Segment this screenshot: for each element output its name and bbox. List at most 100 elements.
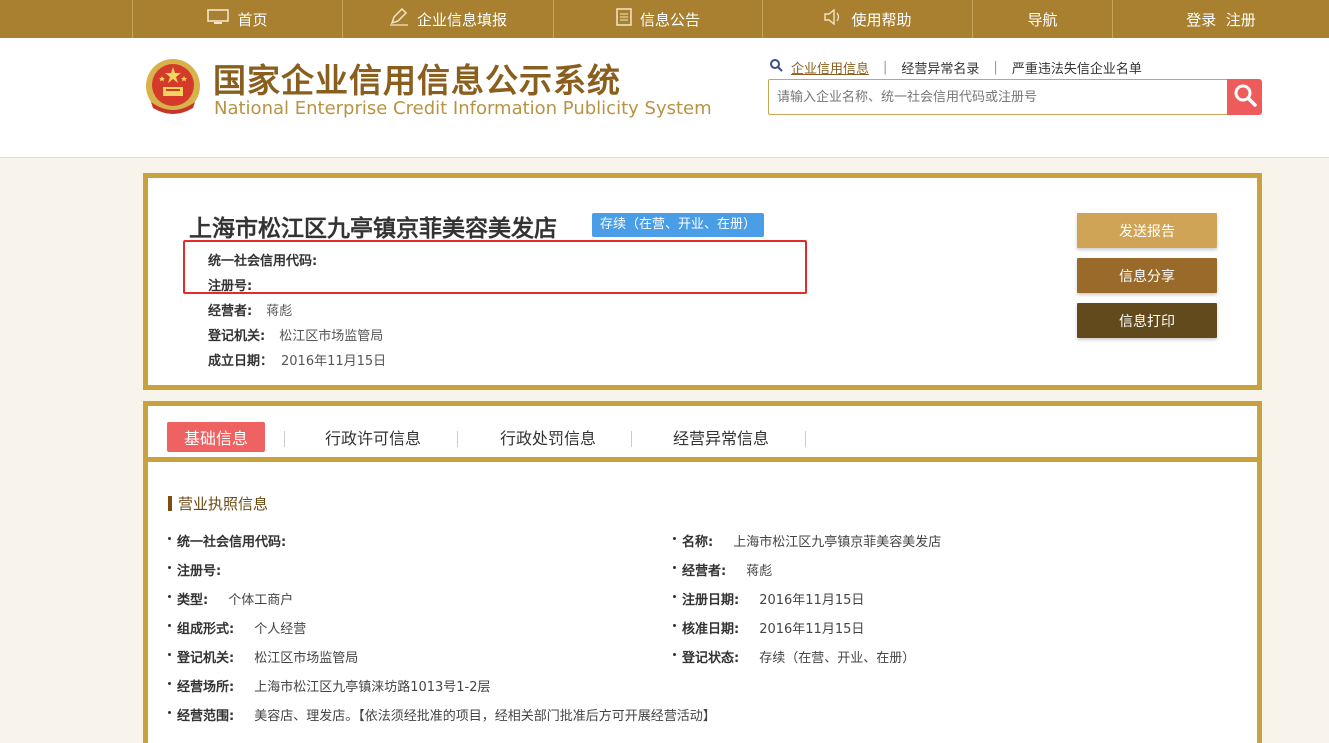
bullet [168, 682, 171, 685]
share-info-button[interactable]: 信息分享 [1077, 258, 1217, 293]
tab-separator: | [883, 60, 888, 75]
tab-separator [284, 431, 285, 447]
bullet [673, 653, 676, 656]
field-label: 名称: [682, 535, 714, 550]
nav-item-label: 导航 [1027, 10, 1058, 29]
bullet [673, 624, 676, 627]
field-business-premises: 经营场所: 上海市松江区九亭镇涞坊路1013号1-2层 [168, 676, 491, 695]
tab-abnormal-operation[interactable]: 经营异常信息 [656, 422, 786, 452]
speaker-icon [823, 8, 843, 29]
field-label: 注册日期: [682, 593, 740, 608]
monitor-icon [207, 9, 230, 29]
send-report-button[interactable]: 发送报告 [1077, 213, 1217, 248]
tab-admin-penalty[interactable]: 行政处罚信息 [483, 422, 613, 452]
tab-basic-info[interactable]: 基础信息 [167, 422, 265, 452]
field-label: 经营者: [682, 564, 727, 579]
bullet [168, 624, 171, 627]
document-icon [616, 8, 632, 30]
search-tabs: 企业信用信息 | 经营异常名录 | 严重违法失信企业名单 [770, 58, 1142, 77]
bullet [673, 537, 676, 540]
bullet [168, 653, 171, 656]
info-established-date: 成立日期： 2016年11月15日 [208, 350, 386, 369]
search-button[interactable] [1227, 79, 1262, 115]
field-composition: 组成形式: 个人经营 [168, 618, 306, 637]
field-value: 美容店、理发店。【依法须经批准的项目，经相关部门批准后方可开展经营活动】 [254, 709, 716, 724]
field-value: 存续（在营、开业、在册） [759, 651, 916, 666]
search-icon [770, 59, 783, 76]
field-approval-date: 核准日期: 2016年11月15日 [673, 618, 864, 637]
nav-item-label: 企业信息填报 [416, 10, 507, 29]
field-registration-date: 注册日期: 2016年11月15日 [673, 589, 864, 608]
bullet [673, 595, 676, 598]
info-value: 松江区市场监管局 [279, 329, 384, 344]
details-panel: 基础信息 行政许可信息 行政处罚信息 经营异常信息 营业执照信息 统一社会信用代… [143, 401, 1262, 743]
field-value: 个人经营 [254, 622, 307, 637]
pen-icon [389, 7, 409, 30]
search-icon [1233, 83, 1257, 111]
tab-separator [457, 431, 458, 447]
tabs-bar: 基础信息 行政许可信息 行政处罚信息 经营异常信息 [148, 406, 1257, 462]
field-label: 登记机关: [177, 651, 235, 666]
site-header: 国家企业信用信息公示系统 National Enterprise Credit … [0, 38, 1329, 158]
nav-item-report[interactable]: 企业信息填报 [343, 0, 554, 38]
field-credit-code: 统一社会信用代码: [168, 531, 306, 550]
nav-item-navigation[interactable]: 导航 [973, 0, 1113, 38]
bullet [168, 537, 171, 540]
tab-admin-license[interactable]: 行政许可信息 [308, 422, 438, 452]
field-label: 经营范围: [177, 709, 235, 724]
info-operator: 经营者: 蒋彪 [208, 300, 292, 319]
section-marker [168, 496, 172, 511]
info-label: 经营者: [208, 304, 253, 319]
nav-item-announcement[interactable]: 信息公告 [554, 0, 763, 38]
field-registration-authority: 登记机关: 松江区市场监管局 [168, 647, 358, 666]
field-name: 名称: 上海市松江区九亭镇京菲美容美发店 [673, 531, 941, 550]
national-emblem-icon [143, 56, 203, 118]
bullet [168, 711, 171, 714]
nav-item-login-register[interactable]: 登录 注册 [1113, 0, 1329, 38]
info-reg-number: 注册号: [208, 275, 266, 294]
nav-item-home[interactable]: 首页 [132, 0, 343, 38]
section-title-text: 营业执照信息 [178, 495, 269, 513]
field-business-scope: 经营范围: 美容店、理发店。【依法须经批准的项目，经相关部门批准后方可开展经营活动… [168, 705, 716, 724]
info-label: 注册号: [208, 279, 253, 294]
field-value: 2016年11月15日 [759, 622, 865, 637]
info-value: 蒋彪 [266, 304, 293, 319]
bullet [168, 595, 171, 598]
search-input[interactable] [769, 80, 1227, 114]
field-label: 经营场所: [177, 680, 235, 695]
field-operator: 经营者: 蒋彪 [673, 560, 772, 579]
nav-item-label: 使用帮助 [851, 10, 912, 29]
field-registration-status: 登记状态: 存续（在营、开业、在册） [673, 647, 915, 666]
company-name: 上海市松江区九亭镇京菲美容美发店 [189, 216, 557, 242]
info-value: 2016年11月15日 [281, 354, 387, 369]
nav-item-label: 信息公告 [639, 10, 700, 29]
field-label: 注册号: [177, 564, 222, 579]
tab-separator: | [993, 60, 998, 75]
print-info-button[interactable]: 信息打印 [1077, 303, 1217, 338]
search-tab-blacklist[interactable]: 严重违法失信企业名单 [1012, 58, 1142, 77]
bullet [168, 566, 171, 569]
site-title-cn: 国家企业信用信息公示系统 [213, 61, 621, 100]
status-badge: 存续（在营、开业、在册） [592, 213, 765, 237]
field-label: 统一社会信用代码: [177, 535, 287, 550]
bullet [673, 566, 676, 569]
field-value: 蒋彪 [746, 564, 773, 579]
search-tab-enterprise-credit[interactable]: 企业信用信息 [791, 58, 869, 77]
field-value: 松江区市场监管局 [254, 651, 359, 666]
field-label: 登记状态: [682, 651, 740, 666]
search-tab-abnormal-list[interactable]: 经营异常名录 [901, 58, 979, 77]
info-label: 登记机关: [208, 329, 266, 344]
tab-separator [631, 431, 632, 447]
info-label: 成立日期： [208, 354, 274, 369]
section-title: 营业执照信息 [168, 493, 268, 514]
info-credit-code: 统一社会信用代码: [208, 250, 331, 269]
site-title-en: National Enterprise Credit Information P… [214, 98, 712, 119]
field-value: 上海市松江区九亭镇涞坊路1013号1-2层 [254, 680, 491, 695]
search-box [768, 79, 1228, 115]
field-type: 类型: 个体工商户 [168, 589, 293, 608]
field-reg-number: 注册号: [168, 560, 241, 579]
field-value: 上海市松江区九亭镇京菲美容美发店 [733, 535, 942, 550]
top-nav: 首页 企业信息填报 信息公告 使用帮助 导航 登录 注册 [0, 0, 1329, 38]
field-label: 核准日期: [682, 622, 740, 637]
nav-item-help[interactable]: 使用帮助 [763, 0, 973, 38]
